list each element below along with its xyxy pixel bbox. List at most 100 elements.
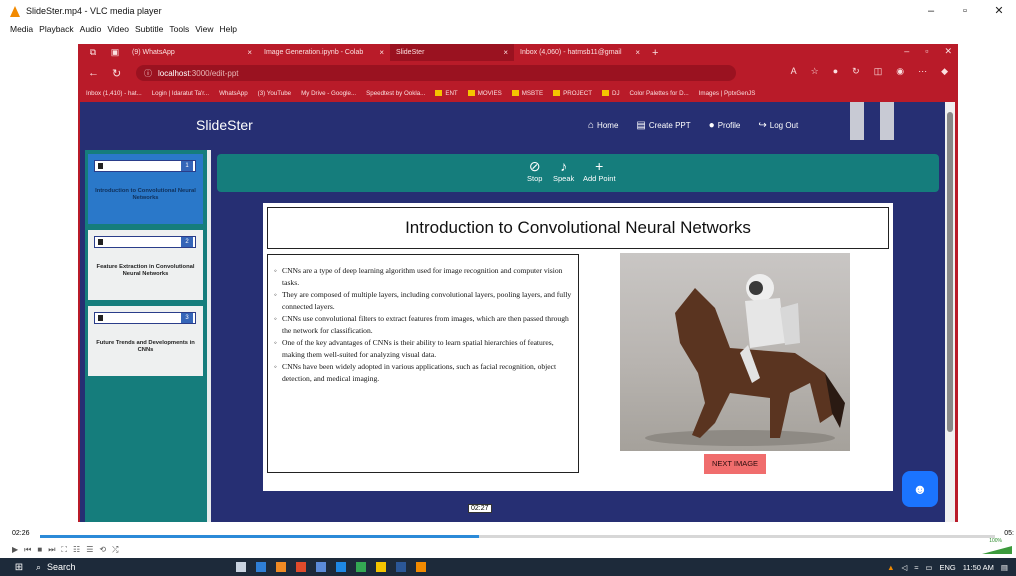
slide-thumb-1[interactable]: 1 Introduction to Convolutional Neural N… (88, 154, 203, 224)
taskbar-search[interactable]: ⌕ Search (36, 562, 146, 573)
chrome-icon[interactable] (356, 562, 366, 572)
close-tab-icon[interactable]: × (635, 48, 640, 57)
menu-subtitle[interactable]: Subtitle (135, 24, 163, 34)
previous-icon[interactable]: ⏮ (24, 545, 31, 555)
word-icon[interactable] (396, 562, 406, 572)
minimize-button[interactable]: – (914, 0, 948, 22)
brave-icon[interactable] (296, 562, 306, 572)
bookmark[interactable]: Images | PptxGenJS (699, 90, 756, 97)
bookmark-folder[interactable]: MOVIES (467, 89, 502, 97)
favorite-icon[interactable]: ☆ (811, 66, 819, 77)
edge-icon[interactable]: ◆ (941, 66, 948, 77)
bookmark[interactable]: (3) YouTube (258, 90, 291, 97)
slide-title[interactable]: Introduction to Convolutional Neural Net… (267, 207, 889, 249)
nav-create-ppt[interactable]: ▤ Create PPT (636, 120, 690, 131)
notifications-icon[interactable]: ▤ (1001, 563, 1008, 572)
read-aloud-icon[interactable]: A (791, 66, 797, 77)
close-tab-icon[interactable]: × (247, 48, 252, 57)
bookmark[interactable]: Speedtest by Ookla... (366, 90, 425, 97)
language-indicator[interactable]: ENG (940, 563, 956, 572)
playlist-icon[interactable]: ☰ (86, 545, 93, 554)
tab-sidebar-icon[interactable]: ▣ (104, 47, 126, 58)
nav-logout[interactable]: ↪ Log Out (758, 120, 798, 131)
menu-view[interactable]: View (195, 24, 213, 34)
mail-icon[interactable] (256, 562, 266, 572)
shuffle-icon[interactable]: ⤮ (112, 545, 118, 555)
tab-inbox[interactable]: Inbox (4,060) - hatmsb11@gmail × (514, 44, 646, 61)
page-scrollbar[interactable] (945, 102, 955, 522)
store-icon[interactable] (316, 562, 326, 572)
bookmark-folder[interactable]: DJ (601, 89, 620, 97)
nav-home[interactable]: ⌂ Home (588, 120, 618, 131)
play-icon[interactable]: ▶ (12, 545, 18, 554)
browser-restore-icon[interactable]: ▫ (925, 46, 928, 57)
split-icon[interactable]: ◫ (874, 66, 883, 77)
next-icon[interactable]: ⏭ (48, 545, 55, 555)
app-brand[interactable]: SlideSter (196, 117, 253, 133)
address-bar[interactable]: ⓘ localhost:3000/edit-ppt (136, 65, 736, 81)
extended-settings-icon[interactable]: ☷ (73, 545, 80, 554)
new-tab-icon[interactable]: + (652, 47, 658, 59)
maximize-button[interactable]: ▫ (948, 0, 982, 22)
bookmark-folder[interactable]: PROJECT (553, 89, 592, 97)
explorer-icon[interactable] (376, 562, 386, 572)
seek-bar[interactable]: 02:26 05: (0, 528, 1016, 542)
slide-thumb-3[interactable]: 3 Future Trends and Developments in CNNs (88, 306, 203, 376)
stop-button[interactable]: ⊘ Stop (527, 158, 542, 183)
windows-start-icon[interactable]: ⊞ (10, 558, 28, 576)
menu-audio[interactable]: Audio (80, 24, 102, 34)
menu-video[interactable]: Video (107, 24, 129, 34)
speak-button[interactable]: ♪ Speak (553, 158, 574, 183)
back-icon[interactable]: ← (88, 67, 102, 79)
volume-slider[interactable]: 100% (972, 538, 1012, 554)
clock[interactable]: 11:50 AM (963, 563, 994, 572)
browser-close-icon[interactable]: ✕ (944, 46, 952, 57)
extension-icon[interactable]: ● (833, 66, 838, 77)
slide-content[interactable]: CNNs are a type of deep learning algorit… (267, 254, 579, 473)
bookmark[interactable]: Login | Idaratut Ta'r... (152, 90, 209, 97)
stop-playback-icon[interactable]: ■ (37, 545, 42, 554)
volume-icon[interactable]: ◁ (902, 563, 908, 572)
wifi-icon[interactable]: ≈ (914, 563, 918, 572)
close-button[interactable]: ✕ (982, 0, 1016, 22)
loop-icon[interactable]: ⟲ (99, 545, 106, 554)
close-tab-icon[interactable]: × (503, 48, 508, 57)
next-image-button[interactable]: NEXT IMAGE (704, 454, 766, 474)
chatbot-button[interactable]: ☻ (902, 471, 938, 507)
bookmark-folder[interactable]: ENT (435, 89, 458, 97)
bookmark[interactable]: Color Palettes for D... (630, 90, 689, 97)
bookmark[interactable]: My Drive - Google... (301, 90, 356, 97)
scrollbar-thumb[interactable] (947, 112, 953, 432)
tab-whatsapp[interactable]: (9) WhatsApp × (126, 44, 258, 61)
reload-icon[interactable]: ↻ (112, 67, 126, 80)
menu-media[interactable]: Media (10, 24, 33, 34)
bookmark[interactable]: WhatsApp (219, 90, 248, 97)
tab-colab[interactable]: Image Generation.ipynb - Colab × (258, 44, 390, 61)
vlc-app-icon[interactable] (416, 562, 426, 572)
browser-app-icon[interactable] (276, 562, 286, 572)
slide-thumb-2[interactable]: 2 Feature Extraction in Convolutional Ne… (88, 230, 203, 300)
nav-profile[interactable]: ● Profile (709, 120, 741, 131)
app-navbar: SlideSter ⌂ Home ▤ Create PPT ● Profile ↪ Lo… (80, 102, 948, 148)
tab-actions-icon[interactable]: ⧉ (82, 47, 104, 58)
menu-playback[interactable]: Playback (39, 24, 74, 34)
close-tab-icon[interactable]: × (379, 48, 384, 57)
fullscreen-icon[interactable]: ⛶ (61, 545, 67, 555)
profile-icon[interactable]: ◉ (896, 66, 904, 77)
battery-icon[interactable]: ▭ (925, 563, 932, 572)
vlc-tray-icon[interactable]: ▲ (887, 563, 894, 572)
menu-help[interactable]: Help (219, 24, 236, 34)
menu-tools[interactable]: Tools (169, 24, 189, 34)
bookmark-folder[interactable]: MSBTE (511, 89, 543, 97)
browser-minimize-icon[interactable]: – (904, 46, 909, 57)
task-view-icon[interactable] (236, 562, 246, 572)
tab-slidester[interactable]: SlideSter × (390, 44, 514, 61)
refresh-icon[interactable]: ↻ (852, 66, 860, 77)
bookmark[interactable]: Inbox (1,410) - hat... (86, 90, 142, 97)
vscode-icon[interactable] (336, 562, 346, 572)
add-point-label: Add Point (583, 174, 616, 183)
more-icon[interactable]: ⋯ (918, 66, 927, 77)
add-point-button[interactable]: + Add Point (583, 158, 616, 183)
info-icon: ⓘ (144, 68, 152, 78)
seek-track[interactable] (40, 535, 995, 538)
